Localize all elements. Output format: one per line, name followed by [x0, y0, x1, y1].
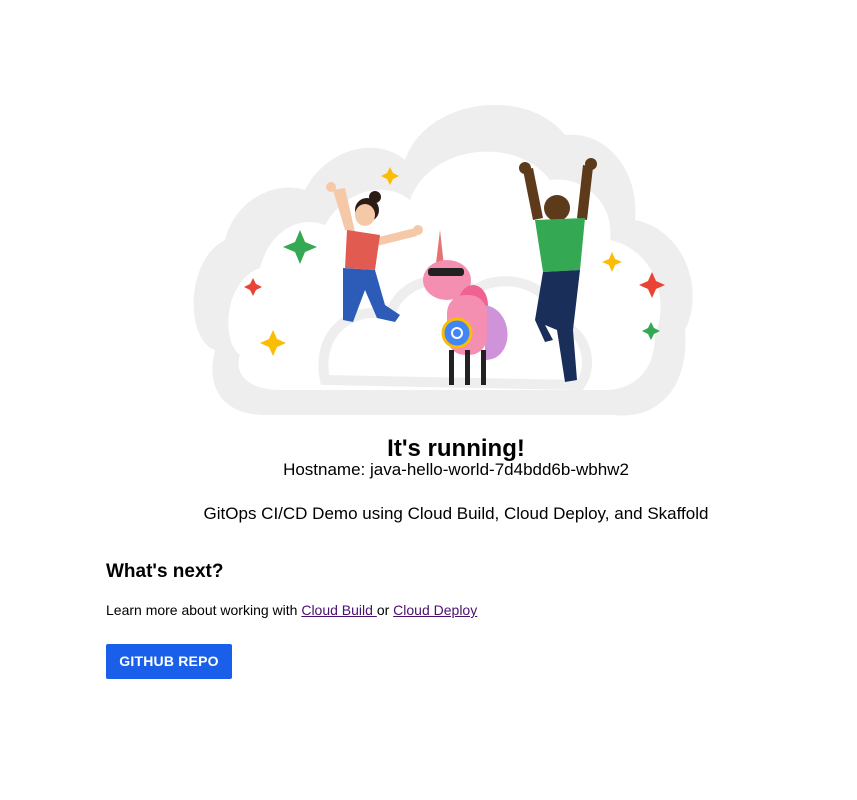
learn-more-text: Learn more about working with Cloud Buil…: [106, 601, 477, 619]
demo-tagline: GitOps CI/CD Demo using Cloud Build, Clo…: [203, 504, 709, 523]
hero-illustration: [185, 90, 705, 430]
cloud-build-link[interactable]: Cloud Build: [301, 602, 377, 618]
cloud-deploy-link[interactable]: Cloud Deploy: [393, 602, 477, 618]
learn-more-prefix: Learn more about working with: [106, 602, 302, 618]
page: It's running! Hostname: java-hello-world…: [0, 0, 857, 800]
cloud-celebration-illustration: [193, 104, 693, 416]
hostname-label: Hostname: java-hello-world-7d4bdd6b-wbhw…: [283, 460, 629, 479]
whats-next-heading: What's next?: [106, 561, 224, 582]
learn-more-or: or: [376, 602, 394, 618]
github-repo-button[interactable]: GITHUB REPO: [106, 644, 232, 679]
